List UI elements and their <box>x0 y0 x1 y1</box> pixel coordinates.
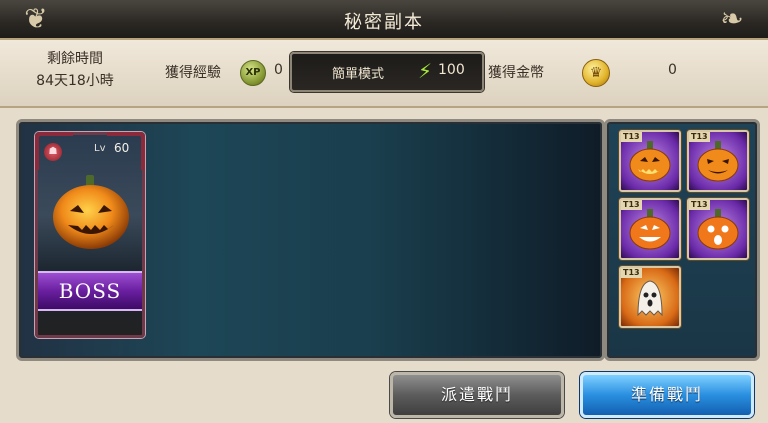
jack-o-lantern-icon <box>697 209 739 250</box>
level-value: 60 <box>114 141 130 155</box>
xp-label: 獲得經驗 <box>165 65 221 81</box>
stamina-cost-value: 100 <box>438 62 465 78</box>
difficulty-mode-label: 簡單模式 <box>332 67 385 82</box>
level-label: Lv <box>94 143 106 154</box>
remaining-time-label: 剩餘時間 <box>47 51 103 67</box>
boss-card[interactable]: ☗ Lv 60 BOSS <box>35 132 145 338</box>
reward-item[interactable]: T13 <box>619 130 681 192</box>
xp-value: 0 <box>274 62 283 78</box>
prepare-battle-button[interactable]: 準備戰鬥 <box>580 372 754 418</box>
remaining-time-value: 84天18小時 <box>36 73 114 89</box>
gold-value: 0 <box>668 62 677 78</box>
dispatch-battle-label: 派遣戰鬥 <box>440 385 513 404</box>
reward-panel: T13 T13 T13 T13 T13 <box>604 119 760 361</box>
stamina-bolt-icon: ⚡ <box>418 59 433 83</box>
info-bar: 剩餘時間 84天18小時 獲得經驗 XP 0 簡單模式 ⚡ 100 獲得金幣 ♛… <box>0 40 768 108</box>
gold-coin-icon: ♛ <box>582 59 610 87</box>
difficulty-mode-box[interactable]: 簡單模式 ⚡ 100 <box>290 52 484 92</box>
dispatch-battle-button[interactable]: 派遣戰鬥 <box>390 372 564 418</box>
jack-o-lantern-icon <box>629 209 671 250</box>
reward-item[interactable]: T13 <box>687 130 749 192</box>
reward-item[interactable]: T13 <box>619 198 681 260</box>
boss-banner: BOSS <box>38 271 142 311</box>
dungeon-main-panel: ☗ Lv 60 BOSS <box>16 119 605 361</box>
reward-item[interactable]: T13 <box>619 266 681 328</box>
reward-item[interactable]: T13 <box>687 198 749 260</box>
boss-emblem-icon: ☗ <box>44 143 62 161</box>
jack-o-lantern-icon <box>697 141 739 182</box>
pumpkin-boss-icon <box>53 175 129 249</box>
prepare-battle-label: 準備戰鬥 <box>630 385 703 404</box>
gold-label: 獲得金幣 <box>488 65 544 81</box>
title-bar: ❦ 秘密副本 ❧ <box>0 0 768 40</box>
page-title: 秘密副本 <box>344 12 424 33</box>
ghost-pumpkin-icon <box>637 280 663 317</box>
xp-icon: XP <box>240 60 266 86</box>
scroll-ornament-icon: ❧ <box>720 2 744 35</box>
jack-o-lantern-icon <box>629 141 671 182</box>
